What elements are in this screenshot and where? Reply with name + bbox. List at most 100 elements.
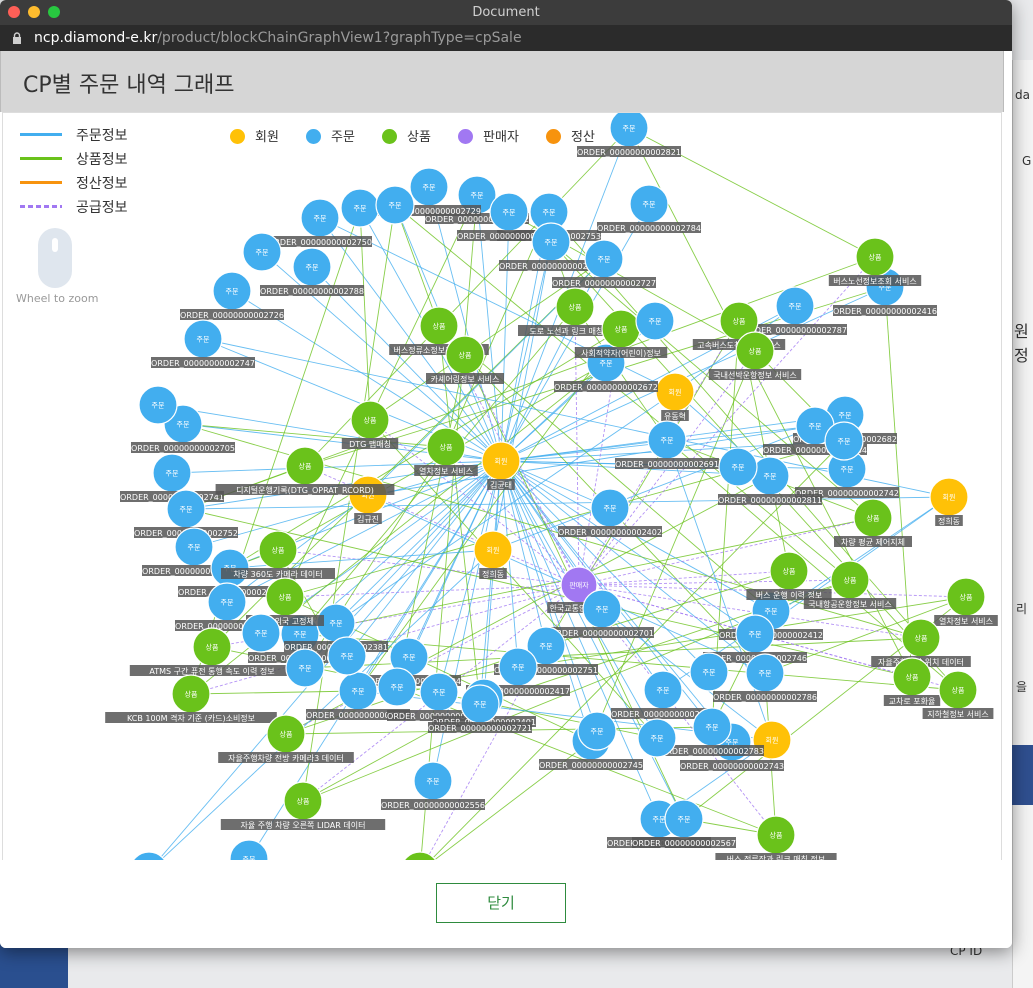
node-type-label: 상품: [272, 546, 285, 555]
node-type-label: 주문: [657, 687, 670, 695]
node-type-label: 주문: [809, 423, 822, 431]
node-type-label: 주문: [643, 201, 656, 209]
node-label: ORDER_00000000002402: [558, 528, 662, 537]
supply-link: [277, 548, 580, 586]
graph-node-order[interactable]: 주문: [718, 447, 758, 487]
node-type-label: 주문: [255, 630, 268, 638]
graph-node-order[interactable]: 주문: [637, 718, 677, 758]
node-type-label: 회원: [495, 457, 508, 466]
graph-node-order[interactable]: 주문 ORDER_00000000002747: [151, 319, 255, 368]
window-title: Document: [472, 5, 540, 20]
graph-node-product[interactable]: 상품열차정보 서비스: [934, 577, 998, 626]
node-type-label: 주문: [706, 724, 719, 732]
graph-canvas[interactable]: 회원 김균태 회원 정희동 회원 유동혁 회원 김규진 회원 정희동 회원 판매자 한국교통안전공단 주문…: [2, 112, 1002, 862]
node-type-label: 주문: [841, 466, 854, 474]
graph-node-member[interactable]: 회원김규진: [348, 475, 388, 524]
graph-node-product[interactable]: 상품버스 운행 이력 정보: [746, 551, 832, 600]
graph-node-product[interactable]: 상품자율 주행 차량 오른쪽 LIDAR 데이터: [220, 781, 386, 830]
legend-settle: 정산: [546, 126, 595, 145]
graph-svg[interactable]: 회원김균태회원정희동회원유동혁회원김규진회원정희동회원판매자한국교통안전공단주문…: [3, 113, 1001, 861]
legend-dot: [382, 129, 398, 144]
legend-label: 주문: [331, 130, 355, 145]
background-blue-button: [1012, 745, 1033, 805]
close-button[interactable]: 닫기: [436, 883, 566, 923]
zoom-window-icon[interactable]: [48, 6, 60, 18]
graph-node-order[interactable]: 주문: [635, 301, 675, 341]
node-type-label: 회원: [766, 736, 779, 745]
node-type-label: 주문: [591, 728, 604, 736]
node-type-label: 주문: [341, 653, 354, 661]
node-type-label: 주문: [389, 202, 402, 210]
graph-node-product[interactable]: 상품디지털운행기록(DTG_OPRAT_RCORD): [215, 446, 395, 495]
node-type-label: 상품: [867, 514, 880, 523]
node-label: KCB 100M 격자 기준 (카드)소비정보: [127, 713, 255, 723]
node-type-label: 상품: [770, 831, 783, 840]
graph-node-member[interactable]: 회원김균태: [481, 441, 521, 490]
node-type-label: 주문: [197, 336, 210, 344]
graph-node-order[interactable]: 주문: [241, 613, 281, 653]
graph-node-member[interactable]: 회원정희동: [929, 477, 969, 526]
product-link: [190, 688, 359, 695]
close-window-icon[interactable]: [8, 6, 20, 18]
background-text-1: 리: [1016, 602, 1028, 616]
node-type-label: 회원: [943, 493, 956, 502]
node-label: 사회적약자(어린이)정보: [581, 348, 661, 358]
node-type-label: 회원: [487, 546, 500, 555]
mouse-wheel-icon-scroll: [52, 238, 58, 252]
wheel-zoom-hint: Wheel to zoom: [16, 292, 99, 305]
legend-label: 공급정보: [76, 200, 128, 216]
node-type-label: 주문: [598, 256, 611, 264]
graph-node-order[interactable]: 주문: [340, 188, 380, 228]
dialog-header: CP별 주문 내역 그래프: [0, 51, 1004, 112]
node-label: ORDER_00000000002726: [180, 311, 284, 320]
graph-node-order[interactable]: 주문: [327, 636, 367, 676]
node-type-label: 주문: [427, 778, 440, 786]
graph-node-order[interactable]: 주문: [375, 185, 415, 225]
mouse-wheel-icon: [38, 228, 72, 288]
graph-node-order[interactable]: 주문: [689, 652, 729, 692]
graph-node-order[interactable]: 주문: [285, 648, 325, 688]
graph-node-product[interactable]: 상품 KCB 100M 격자 기준 (카드)소비정보: [105, 674, 277, 723]
graph-node-order[interactable]: 주문: [377, 667, 417, 707]
browser-window: Document ncp.diamond-e.kr/product/blockC…: [0, 0, 1012, 948]
minimize-window-icon[interactable]: [28, 6, 40, 18]
graph-node-order[interactable]: 주문: [824, 421, 864, 461]
graph-node-member[interactable]: 회원유동혁: [655, 372, 695, 421]
node-type-label: 주문: [474, 701, 487, 709]
node-type-label: 주문: [294, 631, 307, 639]
address-bar[interactable]: ncp.diamond-e.kr/product/blockChainGraph…: [0, 25, 1012, 51]
legend-label: 정산: [571, 130, 595, 145]
graph-node-order[interactable]: 주문: [229, 839, 269, 861]
node-label: ORDER_00000000002811: [718, 496, 822, 505]
graph-node-product[interactable]: 상품버스노선정보조회 서비스: [828, 237, 922, 286]
graph-node-order[interactable]: 주문 ORDER_00000000002556: [381, 761, 485, 810]
node-type-label: 판매자: [569, 581, 589, 590]
legend-product: 상품: [382, 126, 431, 145]
node-type-label: 주문: [433, 689, 446, 697]
node-type-label: 주문: [352, 688, 365, 696]
graph-node-product[interactable]: 상품 DTG 맵매칭: [341, 400, 399, 449]
legend-label: 정산정보: [76, 176, 128, 192]
node-type-label: 상품: [280, 730, 293, 739]
node-type-label: 주문: [749, 631, 762, 639]
url-path: /product/blockChainGraphView1?graphType=…: [157, 30, 522, 46]
graph-node-order[interactable]: 주문: [138, 385, 178, 425]
node-type-label: 주문: [545, 239, 558, 247]
graph-node-order[interactable]: 주문ORDER_00000000002741: [120, 453, 224, 502]
graph-node-order[interactable]: 주문 ORDER_00000000002784: [597, 184, 701, 233]
node-label: 열차정보 서비스: [939, 616, 993, 626]
node-label: ORDER_00000000002567: [632, 839, 736, 848]
node-type-label: 주문: [839, 412, 852, 420]
node-type-label: 주문: [471, 192, 484, 200]
graph-node-order[interactable]: 주문: [577, 711, 617, 751]
node-type-label: 상품: [915, 634, 928, 643]
graph-node-order[interactable]: 주문: [242, 232, 282, 272]
node-label: ORDER_00000000002745: [539, 761, 643, 770]
graph-node-product[interactable]: 상품국내항공운항정보 서비스: [803, 560, 897, 609]
node-type-label: 주문: [180, 506, 193, 514]
graph-node-member[interactable]: 회원정희동: [473, 530, 513, 579]
node-type-label: 주문: [651, 735, 664, 743]
legend-label: 상품정보: [76, 152, 128, 168]
node-label: ORDER_00000000002721: [428, 724, 532, 733]
node-label: 유동혁: [664, 412, 686, 421]
